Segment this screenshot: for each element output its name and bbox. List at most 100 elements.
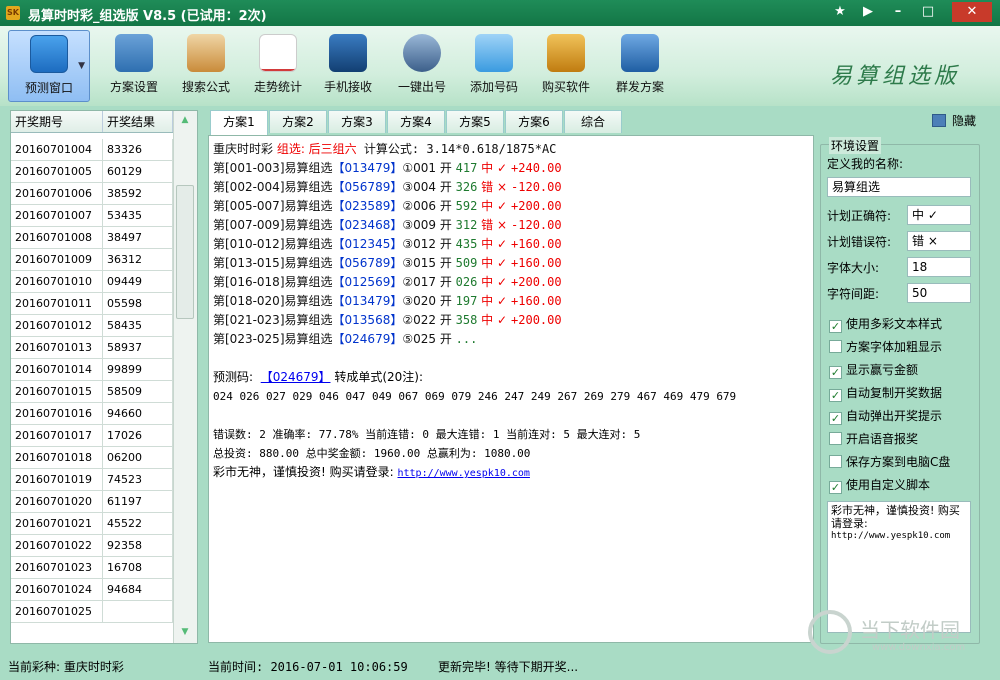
spacing-field[interactable]: 50 xyxy=(907,283,971,303)
record-amt: +200.00 xyxy=(511,275,562,289)
table-row[interactable]: 20160701022 92358 xyxy=(11,535,173,557)
tab-summary[interactable]: 综合 xyxy=(564,110,622,133)
checkmark-icon[interactable]: ✓ xyxy=(829,389,842,402)
checkbox-icon[interactable] xyxy=(829,340,842,353)
option-checkbox[interactable]: ✓ 自动弹出开奖提示 xyxy=(829,407,942,425)
table-row[interactable]: 20160701025 xyxy=(11,601,173,623)
table-row[interactable]: 20160701004 83326 xyxy=(11,139,173,161)
option-checkbox[interactable]: 方案字体加粗显示 xyxy=(829,338,942,355)
font-size-field[interactable]: 18 xyxy=(907,257,971,277)
result-cell: 74523 xyxy=(103,469,173,490)
chevron-down-icon[interactable]: ▼ xyxy=(78,61,85,71)
table-body: 20160701004 83326 20160701005 60129 20160701… xyxy=(11,139,173,623)
table-row[interactable]: 20160701013 58937 xyxy=(11,337,173,359)
table-row[interactable]: 20160701024 94684 xyxy=(11,579,173,601)
table-row[interactable]: 20160701005 60129 xyxy=(11,161,173,183)
record-name: 易算组选 xyxy=(284,332,333,346)
tab-plan-6[interactable]: 方案6 xyxy=(505,110,563,133)
checkmark-icon[interactable]: ✓ xyxy=(829,320,842,333)
checkmark-icon[interactable]: ✓ xyxy=(829,366,842,379)
checkbox-icon[interactable] xyxy=(829,455,842,468)
option-checkbox[interactable]: ✓ 显示赢亏金额 xyxy=(829,361,918,379)
option-checkbox[interactable]: ✓ 使用自定义脚本 xyxy=(829,476,930,494)
scrollbar-thumb[interactable] xyxy=(176,185,194,319)
record-open: 开 xyxy=(436,256,456,270)
right-symbol-field[interactable]: 中 ✓ xyxy=(907,205,971,225)
table-row[interactable]: 20160701014 99899 xyxy=(11,359,173,381)
website-link[interactable]: http://www.yespk10.com xyxy=(397,468,529,479)
column-header-period[interactable]: 开奖期号 xyxy=(11,111,103,132)
record-amt: +160.00 xyxy=(511,237,562,251)
star-icon[interactable]: ★ xyxy=(826,2,854,22)
table-row[interactable]: 20160701017 17026 xyxy=(11,425,173,447)
period-cell: 20160701018 xyxy=(11,447,103,468)
column-header-result[interactable]: 开奖结果 xyxy=(103,111,173,132)
toolbar-button-mass-send[interactable]: 群发方案 xyxy=(598,30,682,102)
name-field[interactable]: 易算组选 xyxy=(827,177,971,197)
period-cell: 20160701024 xyxy=(11,579,103,600)
tab-plan-3[interactable]: 方案3 xyxy=(328,110,386,133)
hide-button[interactable]: 隐藏 xyxy=(932,112,976,129)
table-row[interactable]: 20160701015 58509 xyxy=(11,381,173,403)
table-row[interactable]: 20160701009 36312 xyxy=(11,249,173,271)
record-seq: ③012 xyxy=(402,237,437,251)
watermark-logo-icon xyxy=(808,610,852,654)
result-cell xyxy=(103,601,173,622)
period-cell: 20160701004 xyxy=(11,139,103,160)
record-name: 易算组选 xyxy=(284,313,333,327)
record-seq: ③015 xyxy=(402,256,437,270)
tab-plan-1[interactable]: 方案1 xyxy=(210,110,268,135)
table-row[interactable]: 20160701020 61197 xyxy=(11,491,173,513)
play-icon[interactable]: ▶ xyxy=(854,2,882,22)
option-checkbox[interactable]: ✓ 自动复制开奖数据 xyxy=(829,384,942,402)
record-mark: 中 ✓ xyxy=(477,237,508,251)
tab-plan-2[interactable]: 方案2 xyxy=(269,110,327,133)
result-cell: 38592 xyxy=(103,183,173,204)
table-row[interactable]: 20160701008 38497 xyxy=(11,227,173,249)
table-row[interactable]: 20160701010 09449 xyxy=(11,271,173,293)
checkmark-icon[interactable]: ✓ xyxy=(829,481,842,494)
tab-plan-5[interactable]: 方案5 xyxy=(446,110,504,133)
checkbox-icon[interactable] xyxy=(829,432,842,445)
status-time: 当前时间: 2016-07-01 10:06:59 xyxy=(208,660,408,674)
period-cell: 20160701010 xyxy=(11,271,103,292)
record-res: 326 xyxy=(455,180,478,194)
plan-output-text[interactable]: 重庆时时彩 组选: 后三组六 计算公式: 3.14*0.618/1875*AC … xyxy=(208,135,814,643)
option-checkbox[interactable]: ✓ 使用多彩文本样式 xyxy=(829,315,942,333)
scroll-down-icon[interactable]: ▼ xyxy=(174,627,196,637)
single-combos: 024 026 027 029 046 047 049 067 069 079 … xyxy=(213,390,737,403)
maximize-button[interactable]: □ xyxy=(914,2,942,22)
table-row[interactable]: 20160701007 53435 xyxy=(11,205,173,227)
wrong-symbol-field[interactable]: 错 × xyxy=(907,231,971,251)
option-checkbox[interactable]: 开启语音报奖 xyxy=(829,430,918,447)
result-cell: 99899 xyxy=(103,359,173,380)
table-row[interactable]: 20160701021 45522 xyxy=(11,513,173,535)
record-amt: +160.00 xyxy=(511,294,562,308)
table-row[interactable]: 20160701019 74523 xyxy=(11,469,173,491)
close-button[interactable]: ✕ xyxy=(952,2,992,22)
record-res: 197 xyxy=(455,294,478,308)
record-amt: -120.00 xyxy=(511,180,562,194)
minimize-button[interactable]: – xyxy=(884,2,912,22)
tab-plan-4[interactable]: 方案4 xyxy=(387,110,445,133)
scroll-up-icon[interactable]: ▲ xyxy=(174,115,196,125)
toolbar-button-phone-receive[interactable]: 手机接收 xyxy=(306,30,390,102)
table-row[interactable]: 20160701016 94660 xyxy=(11,403,173,425)
app-icon: SK xyxy=(6,6,20,20)
table-row[interactable]: 20160701018 06200 xyxy=(11,447,173,469)
table-row[interactable]: 20160701023 16708 xyxy=(11,557,173,579)
period-cell: 20160701014 xyxy=(11,359,103,380)
predict-code-link[interactable]: 【024679】 xyxy=(261,370,331,384)
hide-panel-icon xyxy=(932,114,946,127)
toolbar-button-predict[interactable]: 预测窗口 ▼ xyxy=(8,30,90,102)
table-row[interactable]: 20160701006 38592 xyxy=(11,183,173,205)
option-checkbox[interactable]: 保存方案到电脑C盘 xyxy=(829,453,950,470)
table-row[interactable]: 20160701011 05598 xyxy=(11,293,173,315)
vertical-scrollbar[interactable]: ▲ ▼ xyxy=(173,111,197,643)
table-row[interactable]: 20160701012 58435 xyxy=(11,315,173,337)
result-cell: 58937 xyxy=(103,337,173,358)
record-seq: ⑤025 xyxy=(402,332,437,346)
toolbar-button-buy-software[interactable]: 购买软件 xyxy=(524,30,608,102)
checkmark-icon[interactable]: ✓ xyxy=(829,412,842,425)
option-label: 自动复制开奖数据 xyxy=(846,386,943,400)
